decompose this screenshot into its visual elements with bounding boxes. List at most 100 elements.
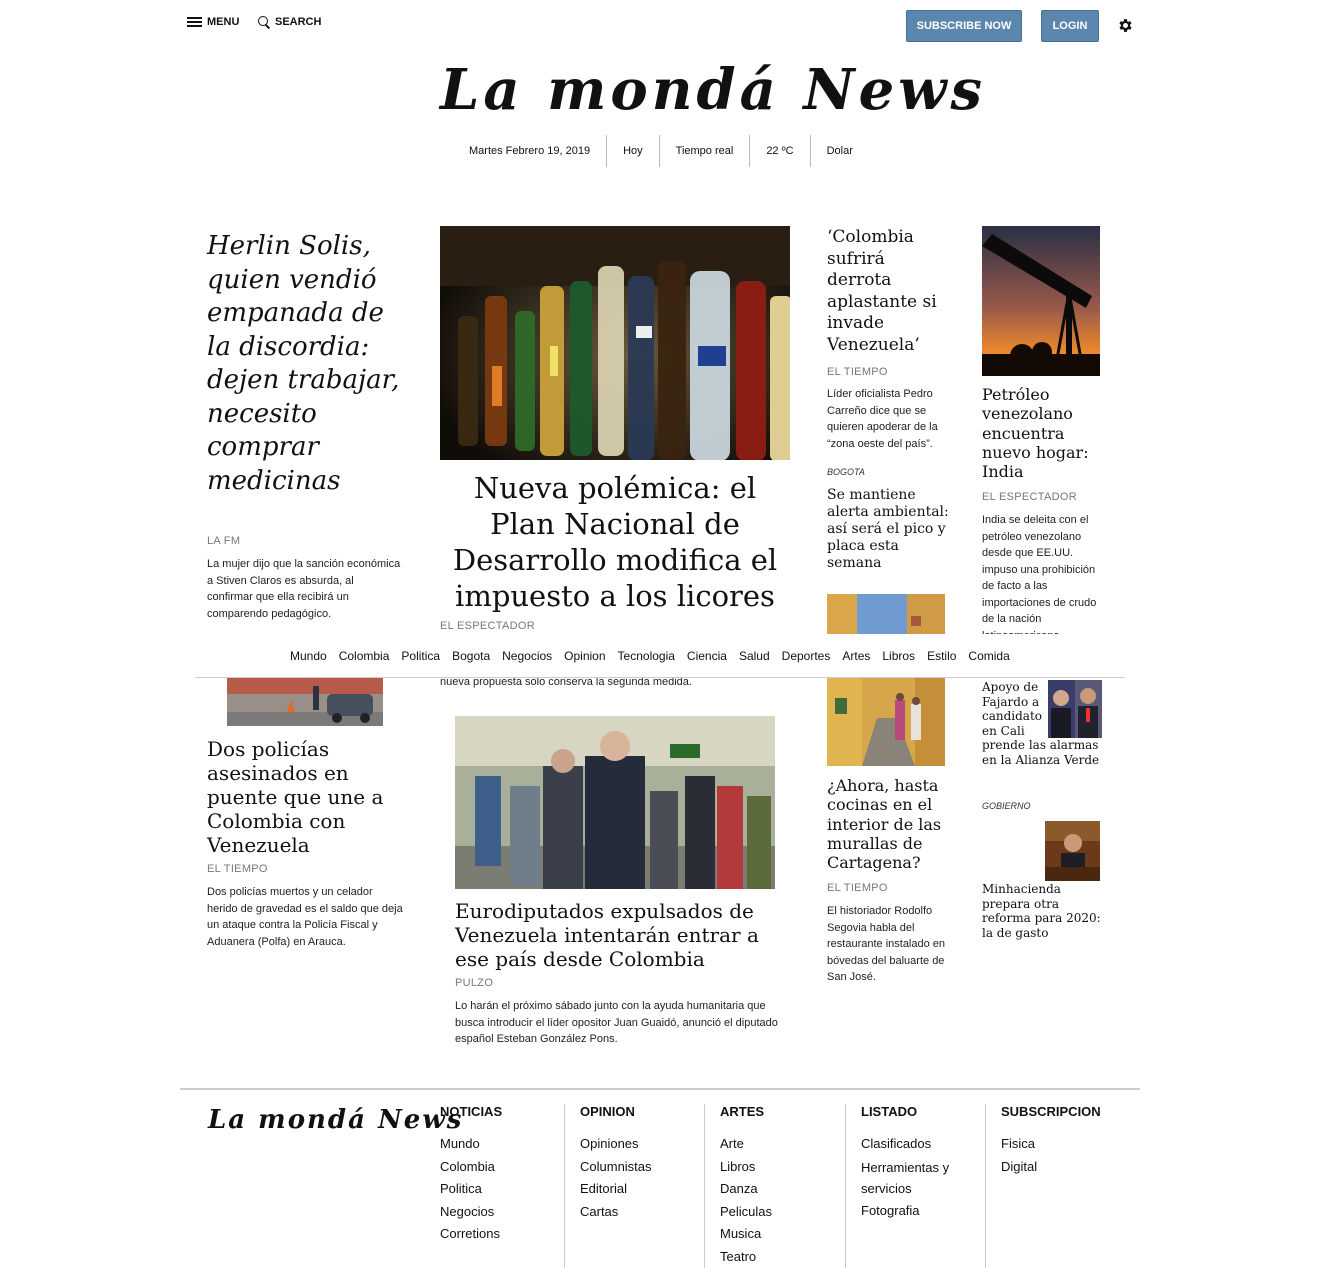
- policias-headline[interactable]: Dos policías asesinados en puente que un…: [207, 737, 402, 857]
- currency-link[interactable]: Dolar: [811, 135, 869, 167]
- footer-link[interactable]: Clasificados: [861, 1133, 979, 1156]
- minhacienda-image[interactable]: [1045, 821, 1100, 881]
- footer-link[interactable]: Editorial: [580, 1178, 700, 1201]
- footer-col-noticias: NOTICIAS Mundo Colombia Politica Negocio…: [440, 1104, 560, 1246]
- eurodiputados-headline[interactable]: Eurodiputados expulsados de Venezuela in…: [455, 899, 775, 971]
- subscribe-button[interactable]: SUBSCRIBE NOW: [906, 10, 1022, 42]
- masthead-logo[interactable]: La mondá News: [440, 50, 982, 130]
- footer-logo[interactable]: La mondá News: [208, 1102, 461, 1138]
- menu-label: MENU: [207, 16, 240, 28]
- footer-link[interactable]: Mundo: [440, 1133, 560, 1156]
- footer-link[interactable]: Columnistas: [580, 1156, 700, 1179]
- footer-link[interactable]: Corretions: [440, 1223, 560, 1246]
- colombia-headline[interactable]: ‘Colombia sufrirá derrota aplastante si …: [827, 227, 947, 357]
- footer-link[interactable]: Danza: [720, 1178, 840, 1201]
- footer-col-subscripcion: SUBSCRIPCION Fisica Digital: [1001, 1104, 1121, 1178]
- footer-link[interactable]: Peliculas: [720, 1201, 840, 1224]
- nav-libros[interactable]: Libros: [882, 649, 915, 663]
- minhacienda-headline[interactable]: Minhacienda prepara otra reforma para 20…: [982, 882, 1102, 940]
- footer-link[interactable]: Opiniones: [580, 1133, 700, 1156]
- info-bar: Martes Febrero 19, 2019 Hoy Tiempo real …: [453, 135, 869, 167]
- footer-heading: OPINION: [580, 1104, 635, 1119]
- search-icon: [258, 16, 270, 28]
- nav-negocios[interactable]: Negocios: [502, 649, 552, 663]
- herlin-headline[interactable]: Herlin Solis, quien vendió empanada de l…: [207, 230, 402, 498]
- footer-link[interactable]: Cartas: [580, 1201, 700, 1224]
- footer-link[interactable]: Herramientas y servicios: [861, 1156, 979, 1200]
- policias-source: EL TIEMPO: [207, 863, 268, 875]
- colombia-source: EL TIEMPO: [827, 366, 888, 378]
- footer-col-listado: LISTADO Clasificados Herramientas y serv…: [861, 1104, 979, 1222]
- nav-comida[interactable]: Comida: [968, 649, 1009, 663]
- login-button[interactable]: LOGIN: [1041, 10, 1099, 42]
- footer-heading: SUBSCRIPCION: [1001, 1104, 1101, 1119]
- cartagena-image[interactable]: [827, 678, 945, 766]
- footer-link[interactable]: Digital: [1001, 1156, 1121, 1179]
- today-link[interactable]: Hoy: [607, 135, 660, 167]
- nav-tecnologia[interactable]: Tecnologia: [618, 649, 675, 663]
- footer-link[interactable]: Libros: [720, 1156, 840, 1179]
- footer-link[interactable]: Arte: [720, 1133, 840, 1156]
- section-nav: Mundo Colombia Politica Bogota Negocios …: [290, 649, 1010, 663]
- petroleo-headline[interactable]: Petróleo venezolano encuentra nuevo hoga…: [982, 385, 1100, 481]
- cartagena-headline[interactable]: ¿Ahora, hasta cocinas en el interior de …: [827, 776, 947, 872]
- menu-button[interactable]: MENU: [187, 16, 239, 28]
- gear-icon[interactable]: [1117, 17, 1134, 34]
- cartagena-source: EL TIEMPO: [827, 882, 888, 894]
- nav-ciencia[interactable]: Ciencia: [687, 649, 727, 663]
- cartagena-dek: El historiador Rodolfo Segovia habla del…: [827, 905, 946, 983]
- petroleo-source: EL ESPECTADOR: [982, 491, 1077, 503]
- footer-link[interactable]: Politica: [440, 1178, 560, 1201]
- footer-separator: [564, 1104, 565, 1268]
- nav-opinion[interactable]: Opinion: [564, 649, 605, 663]
- footer-link[interactable]: Fotografia: [861, 1200, 979, 1223]
- nav-colombia[interactable]: Colombia: [339, 649, 390, 663]
- footer-link[interactable]: Teatro: [720, 1246, 840, 1268]
- policias-dek: Dos policías muertos y un celador herido…: [207, 886, 403, 948]
- herlin-source: LA FM: [207, 535, 241, 547]
- footer-link[interactable]: Colombia: [440, 1156, 560, 1179]
- nav-mundo[interactable]: Mundo: [290, 649, 327, 663]
- fajardo-story[interactable]: Apoyo de Fajardo a candidato en Cali pre…: [982, 680, 1102, 767]
- footer-separator: [704, 1104, 705, 1268]
- plan-headline[interactable]: Nueva polémica: el Plan Nacional de Desa…: [440, 470, 790, 614]
- nav-estilo[interactable]: Estilo: [927, 649, 956, 663]
- footer-col-opinion: OPINION Opiniones Columnistas Editorial …: [580, 1104, 700, 1223]
- cartagena-image-top[interactable]: [827, 594, 945, 634]
- nav-politica[interactable]: Politica: [401, 649, 440, 663]
- policias-image[interactable]: [227, 676, 383, 726]
- petroleo-dek: India se deleita con el petróleo venezol…: [982, 514, 1097, 634]
- search-button[interactable]: SEARCH: [258, 16, 321, 28]
- eurodiputados-source: PULZO: [455, 977, 494, 989]
- eurodiputados-dek: Lo harán el próximo sábado junto con la …: [455, 1000, 778, 1045]
- footer-heading: ARTES: [720, 1104, 765, 1119]
- plan-image[interactable]: [440, 226, 790, 460]
- colombia-dek: Líder oficialista Pedro Carreño dice que…: [827, 388, 938, 450]
- section-nav-bar: Mundo Colombia Politica Bogota Negocios …: [195, 634, 1125, 678]
- nav-salud[interactable]: Salud: [739, 649, 770, 663]
- footer-heading: LISTADO: [861, 1104, 918, 1119]
- plan-source: EL ESPECTADOR: [440, 620, 535, 632]
- fajardo-image[interactable]: [1048, 680, 1102, 738]
- eurodiputados-image[interactable]: [455, 716, 775, 889]
- nav-artes[interactable]: Artes: [842, 649, 870, 663]
- footer-link[interactable]: Musica: [720, 1223, 840, 1246]
- search-label: SEARCH: [275, 16, 322, 28]
- temperature: 22 ºC: [750, 135, 811, 167]
- minhacienda-kicker: GOBIERNO: [982, 801, 1031, 811]
- nav-deportes[interactable]: Deportes: [782, 649, 831, 663]
- footer-heading: NOTICIAS: [440, 1104, 503, 1119]
- footer-col-artes: ARTES Arte Libros Danza Peliculas Musica…: [720, 1104, 840, 1268]
- footer-link[interactable]: Fisica: [1001, 1133, 1121, 1156]
- hamburger-icon: [187, 17, 202, 27]
- current-date: Martes Febrero 19, 2019: [453, 135, 608, 167]
- alerta-kicker: BOGOTA: [827, 467, 865, 477]
- petroleo-image[interactable]: [982, 226, 1100, 376]
- footer-separator: [845, 1104, 846, 1268]
- alerta-headline[interactable]: Se mantiene alerta ambiental: así será e…: [827, 487, 949, 572]
- herlin-dek: La mujer dijo que la sanción económica a…: [207, 558, 401, 620]
- footer-divider: [180, 1088, 1140, 1090]
- realtime-link[interactable]: Tiempo real: [660, 135, 751, 167]
- footer-link[interactable]: Negocios: [440, 1201, 560, 1224]
- nav-bogota[interactable]: Bogota: [452, 649, 490, 663]
